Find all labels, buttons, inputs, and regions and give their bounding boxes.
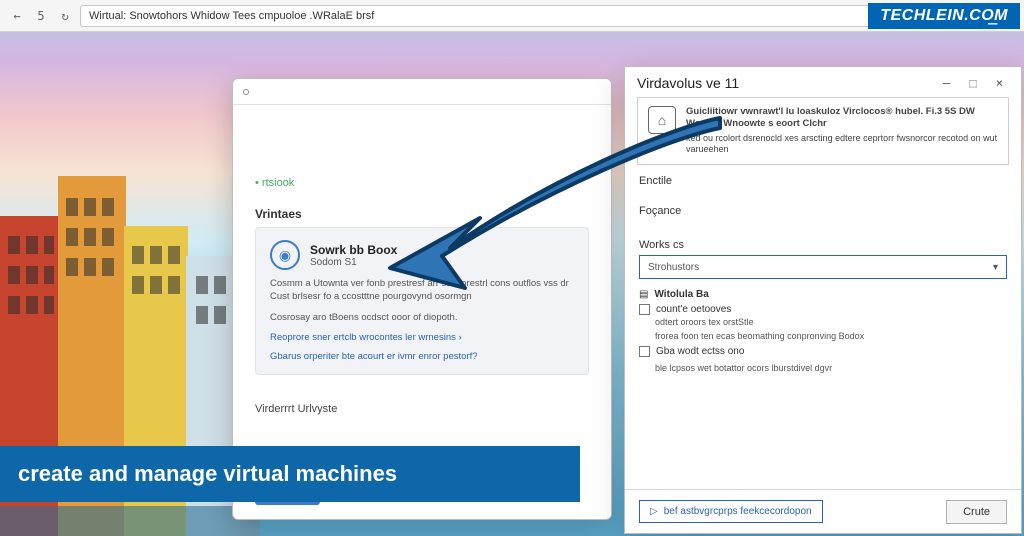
caption-banner: create and manage virtual machines	[0, 446, 580, 502]
opt-line-2: odtert oroors tex orstStle	[655, 317, 1007, 329]
opt-line-3: frorea foon ten ecas beomathing conpronv…	[655, 331, 1007, 343]
opt-line-4: Gba wodt ectss ono	[656, 346, 744, 357]
back-link-button[interactable]: ▷ bef astbvgrcprps feekcecordopon	[639, 500, 823, 523]
option-title: Witolula Ba	[654, 289, 708, 300]
card-paragraph-2: Cosrosay aro tBoens ocdsct ooor of diopo…	[270, 312, 574, 325]
dropdown-value: Strohustors	[648, 262, 699, 273]
info-banner: ⌂ Guicliitiowr vwnrawt'l lu loaskuloz Vi…	[637, 97, 1009, 165]
info-card[interactable]: ◉ Sowrk bb Boox Sodom S1 Cosmm a Utownta…	[255, 227, 589, 375]
card-title: Sowrk bb Boox	[310, 243, 397, 257]
window-controls[interactable]: — ⬚ ×	[943, 76, 1009, 90]
checkbox-2[interactable]	[639, 346, 650, 357]
site-logo: TECHLEIN.CO͟M	[868, 3, 1020, 29]
card-link-2[interactable]: Gbarus orperiter bte acourt er ivmr enro…	[270, 351, 574, 362]
url-text: Wirtual: Snowtohors Whidow Tees cmpuoloe…	[89, 10, 374, 22]
opt-line-5: ble lcpsos wet botattor ocors lburstdive…	[655, 363, 1007, 375]
reload-button[interactable]: ↻	[56, 7, 74, 25]
fingerprint-icon: ◉	[270, 240, 300, 270]
house-icon: ⌂	[648, 106, 676, 134]
back-button[interactable]: ←	[8, 7, 26, 25]
create-button[interactable]: Crute	[946, 500, 1007, 524]
opt-line-1: count'e oetooves	[656, 304, 731, 315]
card-paragraph-1: Cosmm a Utownta ver fonb prestresf arr s…	[270, 278, 574, 304]
wizard-title: Virdavolus ve 11	[637, 75, 935, 91]
label-entitle: Enctile	[639, 175, 1007, 187]
works-dropdown[interactable]: Strohustors ▾	[639, 255, 1007, 279]
chevron-right-icon: ▷	[650, 506, 658, 517]
label-works: Works cs	[639, 239, 1007, 251]
info-body: ked ou rcolort dsrenocld xes arscting ed…	[686, 133, 997, 155]
section-heading: Vrintaes	[255, 207, 589, 221]
category-label: • rtsiook	[255, 177, 589, 189]
checkbox-1[interactable]	[639, 304, 650, 315]
window-titlebar[interactable]	[233, 79, 611, 105]
item-icon: ▤	[639, 289, 648, 300]
card-subtitle: Sodom S1	[310, 257, 397, 268]
back-link-label: bef astbvgrcprps feekcecordopon	[664, 506, 812, 517]
url-input[interactable]: Wirtual: Snowtohors Whidow Tees cmpuoloe…	[80, 5, 992, 27]
chevron-down-icon: ▾	[993, 262, 998, 273]
card-link-1[interactable]: Reoprore sner ertclb wrocontes ler wrnes…	[270, 332, 574, 343]
label-focance: Foçance	[639, 205, 1007, 217]
info-bold: Guicliitiowr vwnrawt'l lu loaskuloz Virc…	[686, 106, 998, 131]
footer-label: Virderrrt Urlvyste	[255, 403, 589, 415]
wizard-panel: Virdavolus ve 11 — ⬚ × ⌂ Guicliitiowr vw…	[624, 66, 1022, 534]
forward-button[interactable]: 5	[32, 7, 50, 25]
caption-text: create and manage virtual machines	[18, 461, 397, 487]
